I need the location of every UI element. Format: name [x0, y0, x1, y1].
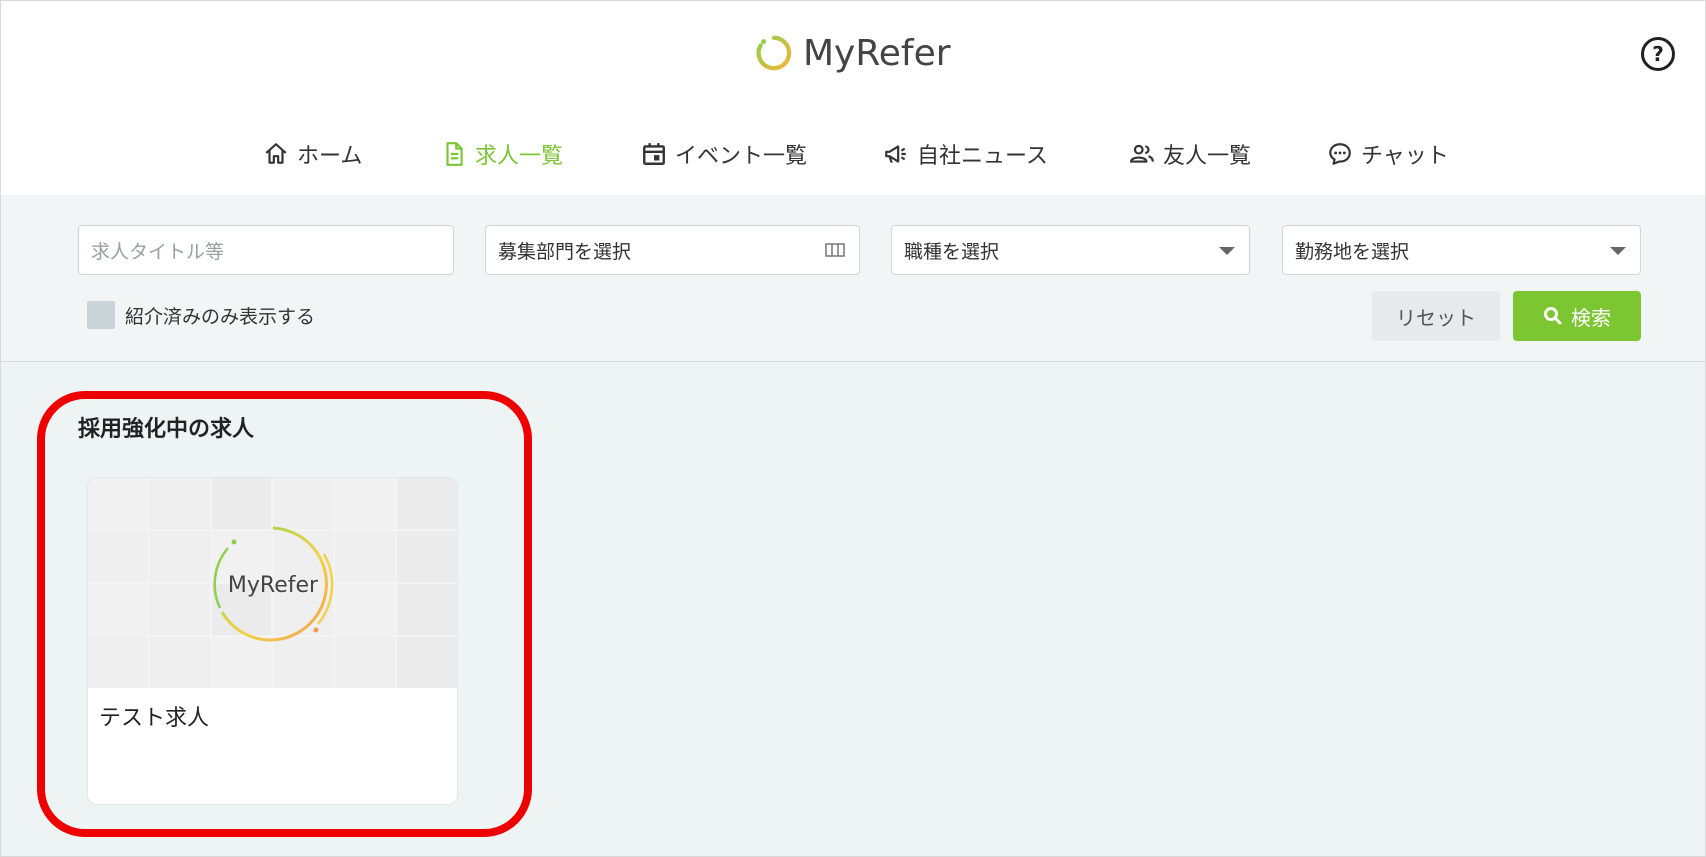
- location-select[interactable]: 勤務地を選択: [1282, 225, 1641, 275]
- app-window: MyRefer ? ホーム 求人一覧 イベント一覧 自社ニュース 友人一覧 チャ…: [0, 0, 1706, 857]
- nav-item-home[interactable]: ホーム: [263, 129, 362, 179]
- logo[interactable]: MyRefer: [755, 31, 951, 75]
- help-icon: ?: [1652, 42, 1664, 66]
- referred-only-checkbox[interactable]: [87, 301, 115, 329]
- chevron-down-icon: [1610, 247, 1626, 255]
- nav-item-jobs[interactable]: 求人一覧: [441, 129, 563, 179]
- nav-label: 求人一覧: [475, 144, 564, 169]
- badge-text: MyRefer: [228, 573, 319, 598]
- job-title-placeholder: 求人タイトル等: [91, 240, 225, 263]
- columns-icon: [825, 243, 845, 257]
- document-icon: [446, 142, 463, 166]
- search-button[interactable]: 検索: [1513, 291, 1641, 341]
- search-icon: [1544, 307, 1562, 325]
- reset-button[interactable]: リセット: [1372, 291, 1500, 341]
- main-nav: ホーム 求人一覧 イベント一覧 自社ニュース 友人一覧 チャット: [1, 129, 1705, 179]
- nav-item-news[interactable]: 自社ニュース: [883, 129, 1048, 179]
- nav-item-events[interactable]: イベント一覧: [641, 129, 807, 179]
- job-type-value: 職種を選択: [904, 240, 1000, 263]
- referred-only-filter: 紹介済みのみ表示する: [87, 301, 315, 329]
- nav-label: ホーム: [297, 144, 363, 169]
- people-icon: [1130, 144, 1154, 163]
- nav-label: 自社ニュース: [917, 144, 1048, 169]
- job-card[interactable]: MyRefer テスト求人: [87, 477, 458, 805]
- referred-only-label[interactable]: 紹介済みのみ表示する: [125, 302, 315, 329]
- search-label: 検索: [1571, 305, 1611, 330]
- help-button[interactable]: ?: [1641, 37, 1675, 71]
- job-type-select[interactable]: 職種を選択: [891, 225, 1250, 275]
- chat-icon: [1329, 143, 1351, 165]
- nav-label: イベント一覧: [675, 144, 808, 169]
- nav-item-friends[interactable]: 友人一覧: [1129, 129, 1251, 179]
- reset-label: リセット: [1396, 305, 1476, 330]
- header: MyRefer ? ホーム 求人一覧 イベント一覧 自社ニュース 友人一覧 チャ…: [1, 1, 1705, 195]
- search-filters: 求人タイトル等 募集部門を選択 職種を選択 勤務地を選択 紹介済みのみ表示する …: [1, 195, 1705, 362]
- chevron-down-icon: [1219, 247, 1235, 255]
- job-card-thumbnail: MyRefer: [88, 478, 457, 688]
- logo-text: MyRefer: [803, 32, 951, 74]
- calendar-icon: [643, 143, 665, 165]
- nav-label: 友人一覧: [1163, 144, 1252, 169]
- nav-label: チャット: [1361, 144, 1449, 169]
- location-value: 勤務地を選択: [1295, 240, 1410, 263]
- department-select[interactable]: 募集部門を選択: [485, 225, 860, 275]
- job-card-title: テスト求人: [99, 706, 210, 731]
- job-title-input[interactable]: 求人タイトル等: [78, 225, 454, 275]
- home-icon: [265, 143, 287, 164]
- nav-item-chat[interactable]: チャット: [1327, 129, 1449, 179]
- department-value: 募集部門を選択: [498, 240, 632, 263]
- featured-section-title: 採用強化中の求人: [78, 417, 255, 442]
- myrefer-badge-icon: MyRefer: [213, 526, 334, 642]
- megaphone-icon: [885, 145, 906, 164]
- logo-mark-icon: [756, 35, 792, 71]
